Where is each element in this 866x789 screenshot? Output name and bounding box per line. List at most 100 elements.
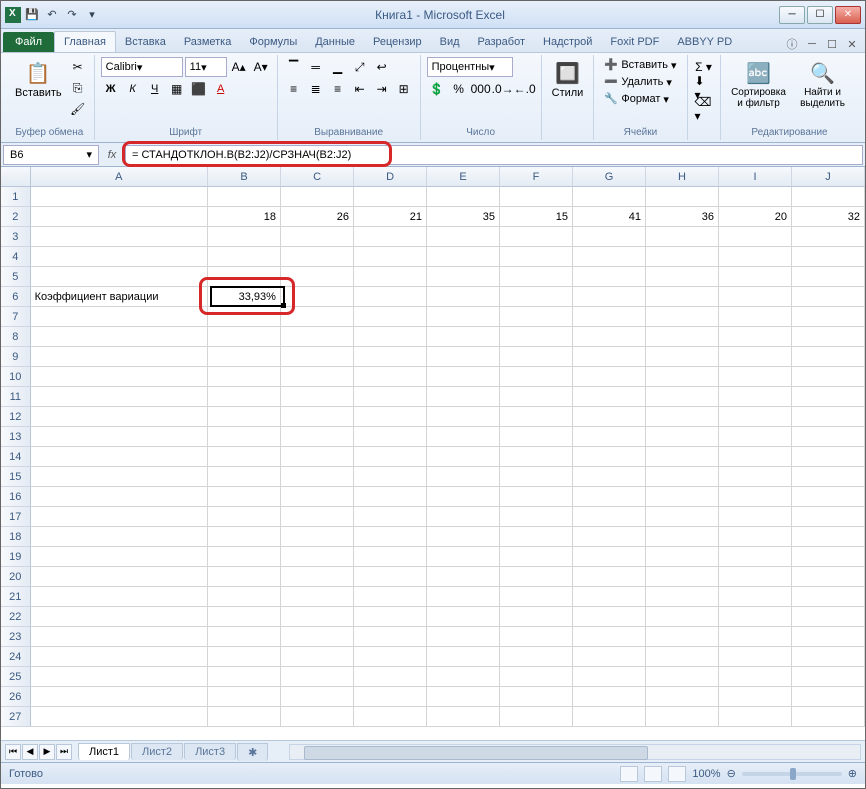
cell[interactable]: [719, 607, 792, 627]
row-header[interactable]: 6: [1, 287, 31, 307]
cell[interactable]: [208, 347, 281, 367]
clear-button[interactable]: ⌫ ▾: [694, 99, 714, 119]
row-header[interactable]: 13: [1, 427, 31, 447]
sheet-nav-next[interactable]: ▶: [39, 744, 55, 760]
cell[interactable]: 33,93%: [208, 287, 281, 307]
cell[interactable]: [281, 327, 354, 347]
row-header[interactable]: 25: [1, 667, 31, 687]
cell[interactable]: [281, 227, 354, 247]
cell[interactable]: [31, 387, 208, 407]
cell[interactable]: [646, 347, 719, 367]
cell[interactable]: [427, 467, 500, 487]
cell[interactable]: [500, 627, 573, 647]
cell[interactable]: [646, 447, 719, 467]
cell[interactable]: [281, 627, 354, 647]
cell[interactable]: [354, 647, 427, 667]
cell[interactable]: [500, 327, 573, 347]
cell[interactable]: [719, 507, 792, 527]
cell[interactable]: [281, 707, 354, 727]
cell[interactable]: [31, 627, 208, 647]
cell[interactable]: [208, 467, 281, 487]
cell[interactable]: [646, 327, 719, 347]
row-header[interactable]: 8: [1, 327, 31, 347]
cell[interactable]: [427, 607, 500, 627]
sheet-nav-first[interactable]: ⏮: [5, 744, 21, 760]
grow-font-button[interactable]: A▴: [229, 57, 249, 77]
cell[interactable]: [719, 627, 792, 647]
name-box[interactable]: B6▾: [3, 145, 99, 165]
cell[interactable]: [792, 387, 865, 407]
row-header[interactable]: 24: [1, 647, 31, 667]
cell[interactable]: [354, 307, 427, 327]
cell[interactable]: [573, 687, 646, 707]
sheet-nav-prev[interactable]: ◀: [22, 744, 38, 760]
cell[interactable]: [646, 487, 719, 507]
cell[interactable]: [281, 287, 354, 307]
cell[interactable]: [31, 247, 208, 267]
cell[interactable]: [573, 187, 646, 207]
row-header[interactable]: 14: [1, 447, 31, 467]
cell[interactable]: [500, 267, 573, 287]
cell[interactable]: [719, 187, 792, 207]
cell[interactable]: [500, 607, 573, 627]
cell[interactable]: [427, 627, 500, 647]
cell[interactable]: [500, 247, 573, 267]
align-top-button[interactable]: ▔: [284, 57, 304, 77]
cell[interactable]: [354, 327, 427, 347]
cell[interactable]: 21: [354, 207, 427, 227]
cell[interactable]: [573, 367, 646, 387]
cell[interactable]: [354, 527, 427, 547]
qat-save-button[interactable]: 💾: [23, 6, 41, 24]
cell[interactable]: [573, 467, 646, 487]
cell[interactable]: 26: [281, 207, 354, 227]
font-size-combo[interactable]: 11 ▾: [185, 57, 227, 77]
underline-button[interactable]: Ч: [145, 79, 165, 99]
italic-button[interactable]: К: [123, 79, 143, 99]
qat-undo-button[interactable]: ↶: [43, 6, 61, 24]
spreadsheet-grid[interactable]: A B C D E F G H I J 12182621351541362032…: [1, 167, 865, 740]
align-left-button[interactable]: ≡: [284, 79, 304, 99]
cell[interactable]: [208, 687, 281, 707]
cell[interactable]: [792, 467, 865, 487]
cell[interactable]: [573, 547, 646, 567]
cell[interactable]: [719, 647, 792, 667]
cell[interactable]: [281, 307, 354, 327]
row-header[interactable]: 2: [1, 207, 31, 227]
cell[interactable]: [354, 347, 427, 367]
cell[interactable]: [573, 487, 646, 507]
cell[interactable]: [646, 507, 719, 527]
new-sheet-button[interactable]: ✱: [237, 743, 268, 761]
row-header[interactable]: 11: [1, 387, 31, 407]
cell[interactable]: [719, 267, 792, 287]
cell[interactable]: [427, 407, 500, 427]
cell[interactable]: [646, 307, 719, 327]
cell[interactable]: [719, 467, 792, 487]
cell[interactable]: [427, 547, 500, 567]
copy-button[interactable]: ⎘: [68, 78, 88, 98]
zoom-in-button[interactable]: ⊕: [848, 767, 857, 780]
cell[interactable]: [573, 307, 646, 327]
col-header-e[interactable]: E: [427, 167, 500, 186]
cell[interactable]: [646, 587, 719, 607]
cell[interactable]: [208, 247, 281, 267]
cell[interactable]: [646, 607, 719, 627]
merge-button[interactable]: ⊞: [394, 79, 414, 99]
cell[interactable]: [31, 207, 208, 227]
cell[interactable]: [31, 447, 208, 467]
cell[interactable]: [31, 187, 208, 207]
cell[interactable]: [719, 567, 792, 587]
cell[interactable]: [208, 507, 281, 527]
cell[interactable]: [281, 467, 354, 487]
cell[interactable]: [792, 627, 865, 647]
cell[interactable]: [500, 487, 573, 507]
view-normal-button[interactable]: [620, 766, 638, 782]
cell[interactable]: [646, 387, 719, 407]
select-all-corner[interactable]: [1, 167, 31, 186]
cell[interactable]: [354, 707, 427, 727]
cell[interactable]: [792, 687, 865, 707]
close-button[interactable]: ✕: [835, 6, 861, 24]
cell[interactable]: [646, 227, 719, 247]
cell[interactable]: [573, 427, 646, 447]
cell[interactable]: [354, 587, 427, 607]
cell[interactable]: [792, 247, 865, 267]
